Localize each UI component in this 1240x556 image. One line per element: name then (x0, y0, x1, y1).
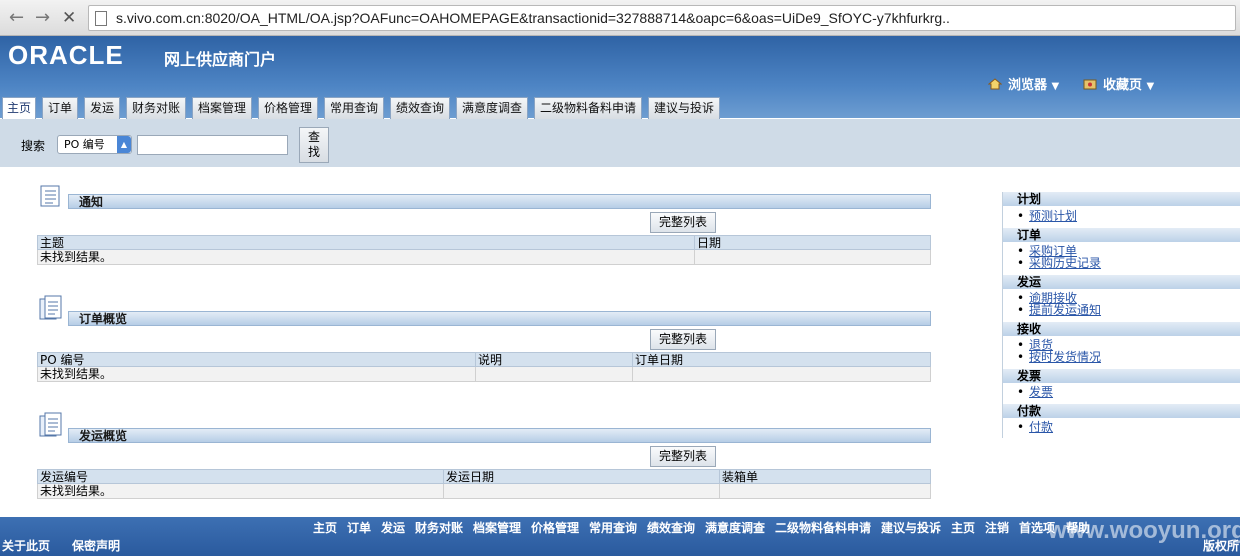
search-type-value: PO 编号 (64, 138, 105, 151)
privacy-statement-link[interactable]: 保密声明 (72, 537, 120, 554)
link-purchase-history[interactable]: 采购历史记录 (1017, 257, 1101, 270)
footer-link-logout[interactable]: 注销 (985, 519, 1009, 536)
side-section-orders: 订单 (1003, 228, 1240, 242)
search-button-label: 查找 (307, 130, 320, 159)
link-forecast-plan[interactable]: 预测计划 (1017, 210, 1077, 223)
shipment-document-icon (39, 412, 62, 437)
order-overview-header: 订单概览 (68, 311, 931, 326)
search-type-select[interactable]: PO 编号 ▲ (57, 135, 132, 154)
column-date: 日期 (694, 236, 930, 250)
order-document-icon (39, 295, 62, 320)
search-label: 搜索 (21, 139, 46, 153)
tab-satisfaction[interactable]: 满意度调查 (456, 97, 528, 119)
tab-orders[interactable]: 订单 (42, 97, 78, 119)
footer-link-shipments[interactable]: 发运 (381, 519, 405, 536)
portal-title: 网上供应商门户 (164, 50, 277, 69)
column-shipment-date: 发运日期 (443, 470, 719, 484)
tab-shipments[interactable]: 发运 (84, 97, 120, 119)
tab-home[interactable]: 主页 (2, 97, 36, 119)
side-section-invoices: 发票 (1003, 369, 1240, 383)
column-po-number: PO 编号 (40, 353, 85, 367)
column-shipment-number: 发运编号 (40, 470, 89, 484)
shipment-overview-header: 发运概览 (68, 428, 931, 443)
chevron-down-icon: ▼ (1146, 81, 1155, 92)
notification-list-icon (40, 185, 60, 207)
footer-link-common-query[interactable]: 常用查询 (589, 519, 637, 536)
orders-full-list-button[interactable]: 完整列表 (650, 329, 716, 350)
empty-result-text: 未找到结果。 (40, 484, 113, 498)
home-icon (988, 78, 1002, 90)
side-section-shipments: 发运 (1003, 275, 1240, 289)
column-divider (694, 250, 695, 264)
stop-icon[interactable]: ✕ (62, 6, 76, 30)
column-subject: 主题 (40, 236, 65, 250)
footer-link-material-request[interactable]: 二级物料备料申请 (775, 519, 871, 536)
footer: 主页 订单 发运 财务对账 档案管理 价格管理 常用查询 绩效查询 满意度调查 … (0, 517, 1240, 556)
link-payments[interactable]: 付款 (1017, 421, 1053, 434)
footer-link-archive[interactable]: 档案管理 (473, 519, 521, 536)
table-row: 未找到结果。 (37, 250, 931, 265)
search-input[interactable] (137, 135, 288, 155)
column-divider (632, 367, 633, 381)
tab-feedback[interactable]: 建议与投诉 (648, 97, 720, 119)
notifications-full-list-button[interactable]: 完整列表 (650, 212, 716, 233)
orders-table-header: PO 编号 说明 订单日期 (37, 352, 931, 367)
side-section-payments: 付款 (1003, 404, 1240, 418)
footer-link-satisfaction[interactable]: 满意度调查 (705, 519, 765, 536)
footer-link-price[interactable]: 价格管理 (531, 519, 579, 536)
column-description: 说明 (475, 353, 632, 367)
tab-material-request[interactable]: 二级物料备料申请 (534, 97, 642, 119)
link-advance-shipment-notice[interactable]: 提前发运通知 (1017, 304, 1101, 317)
column-order-date: 订单日期 (632, 353, 930, 367)
favorites-menu-label: 收藏页 (1103, 78, 1143, 93)
tab-common-query[interactable]: 常用查询 (324, 97, 384, 119)
side-section-plan: 计划 (1003, 192, 1240, 206)
column-divider (443, 484, 444, 498)
link-on-time-delivery[interactable]: 按时发货情况 (1017, 351, 1101, 364)
address-bar[interactable]: s.vivo.com.cn:8020/OA_HTML/OA.jsp?OAFunc… (88, 5, 1236, 31)
notifications-header: 通知 (68, 194, 931, 209)
table-row: 未找到结果。 (37, 484, 931, 499)
empty-result-text: 未找到结果。 (40, 250, 113, 264)
empty-result-text: 未找到结果。 (40, 367, 113, 381)
footer-link-feedback[interactable]: 建议与投诉 (881, 519, 941, 536)
table-row: 未找到结果。 (37, 367, 931, 382)
footer-link-orders[interactable]: 订单 (347, 519, 371, 536)
quick-links-panel: 计划 预测计划 订单 采购订单 采购历史记录 发运 逾期接收 提前发运通知 接收… (1002, 192, 1240, 438)
column-divider (719, 484, 720, 498)
shipments-full-list-button[interactable]: 完整列表 (650, 446, 716, 467)
chevron-down-icon: ▼ (1051, 81, 1060, 92)
favorites-menu[interactable]: 收藏页 ▼ (1083, 74, 1154, 93)
back-arrow-icon[interactable]: ← (9, 6, 24, 30)
tab-reconciliation[interactable]: 财务对账 (126, 97, 186, 119)
select-arrows-icon: ▲ (117, 136, 131, 153)
footer-link-reconciliation[interactable]: 财务对账 (415, 519, 463, 536)
favorites-icon (1083, 79, 1097, 90)
url-text[interactable]: s.vivo.com.cn:8020/OA_HTML/OA.jsp?OAFunc… (116, 10, 950, 26)
page-icon (95, 11, 107, 26)
browser-menu[interactable]: 浏览器 ▼ (988, 74, 1059, 93)
notifications-table-header: 主题 日期 (37, 235, 931, 250)
about-this-page-link[interactable]: 关于此页 (2, 537, 50, 554)
tab-performance[interactable]: 绩效查询 (390, 97, 450, 119)
search-bar: 搜索 PO 编号 ▲ 查找 (0, 119, 1240, 167)
column-divider (475, 367, 476, 381)
tab-price[interactable]: 价格管理 (258, 97, 318, 119)
tab-archive[interactable]: 档案管理 (192, 97, 252, 119)
side-section-receiving: 接收 (1003, 322, 1240, 336)
shipments-table-header: 发运编号 发运日期 装箱单 (37, 469, 931, 484)
watermark: www.wooyun.org (1048, 517, 1240, 544)
footer-link-performance[interactable]: 绩效查询 (647, 519, 695, 536)
footer-link-home[interactable]: 主页 (313, 519, 337, 536)
footer-link-home-2[interactable]: 主页 (951, 519, 975, 536)
browser-toolbar: ← → ✕ s.vivo.com.cn:8020/OA_HTML/OA.jsp?… (0, 0, 1240, 36)
forward-arrow-icon[interactable]: → (35, 6, 50, 30)
oracle-logo: ORACLE (8, 40, 124, 70)
search-button[interactable]: 查找 (299, 127, 329, 163)
browser-menu-label: 浏览器 (1008, 78, 1048, 93)
link-invoices[interactable]: 发票 (1017, 386, 1053, 399)
column-packing-slip: 装箱单 (719, 470, 930, 484)
